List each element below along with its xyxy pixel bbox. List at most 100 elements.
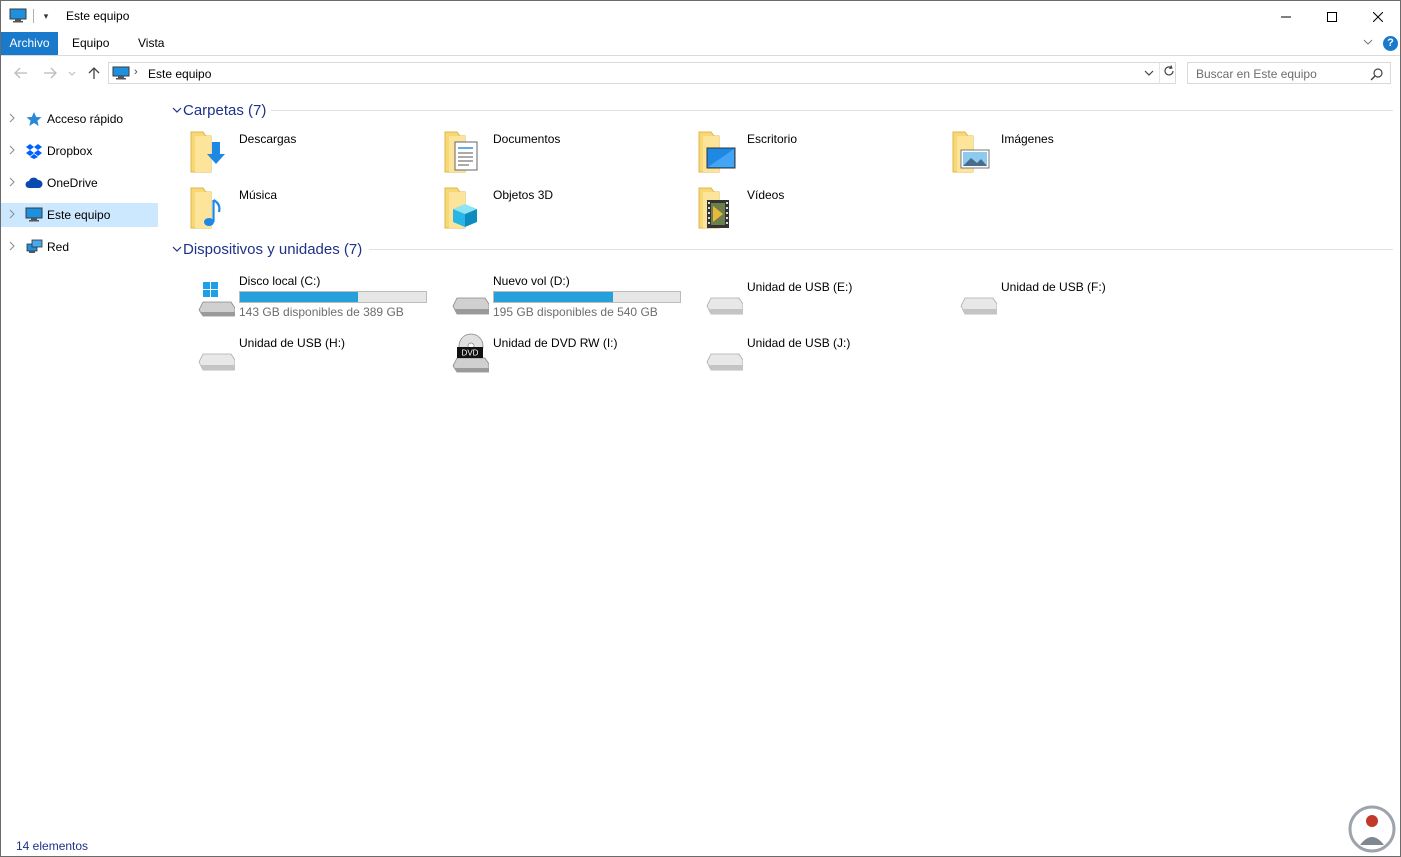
drive-usage-fill	[494, 292, 613, 302]
maximize-button[interactable]	[1309, 1, 1355, 32]
drive-label: Unidad de USB (E:)	[747, 280, 853, 294]
navigation-pane: Acceso rápido Dropbox OneDrive Este equi…	[1, 99, 161, 839]
computer-icon	[25, 207, 43, 222]
windows-drive-icon	[198, 282, 235, 317]
drive-label: Unidad de USB (J:)	[747, 336, 851, 350]
group-divider	[369, 249, 1393, 250]
refresh-icon	[1164, 65, 1174, 76]
title-separator	[33, 9, 34, 23]
sidebar-item-label: Dropbox	[47, 144, 93, 158]
drive-label: Unidad de DVD RW (I:)	[493, 336, 618, 350]
chevron-down-icon[interactable]	[171, 243, 183, 255]
sidebar-item-onedrive[interactable]: OneDrive	[1, 171, 158, 195]
content-pane: Carpetas (7) Descargas Documentos Escrit…	[161, 90, 1401, 830]
sidebar-item-este-equipo[interactable]: Este equipo	[1, 203, 158, 227]
minimize-icon	[1281, 16, 1291, 17]
cloud-icon	[25, 177, 43, 188]
back-arrow-icon	[14, 67, 27, 79]
computer-icon[interactable]	[9, 8, 27, 23]
search-input[interactable]: Buscar en Este equipo	[1196, 67, 1317, 81]
tab-archivo[interactable]: Archivo	[1, 32, 58, 55]
chevron-right-icon[interactable]	[9, 209, 17, 221]
expand-ribbon-button[interactable]	[1361, 37, 1375, 51]
folder-item[interactable]: Música	[167, 184, 417, 236]
minimize-button[interactable]	[1263, 1, 1309, 32]
folder-item[interactable]: Descargas	[167, 128, 417, 180]
drive-item[interactable]: Disco local (C:) 143 GB disponibles de 3…	[167, 274, 429, 326]
address-dropdown-button[interactable]	[1142, 66, 1156, 80]
music-folder-icon	[190, 187, 221, 229]
watermark-logo	[1348, 805, 1396, 853]
sidebar-item-label: Red	[47, 240, 70, 254]
drive-item[interactable]: Unidad de USB (F:)	[929, 274, 1179, 326]
navigation-bar: › Este equipo Buscar en Este equipo	[1, 56, 1400, 90]
drive-label: Unidad de USB (H:)	[239, 336, 346, 350]
folder-item[interactable]: Objetos 3D	[421, 184, 671, 236]
search-box[interactable]: Buscar en Este equipo	[1187, 62, 1391, 84]
drive-free-space: 143 GB disponibles de 389 GB	[239, 305, 404, 319]
star-icon	[26, 112, 42, 126]
folder-label: Objetos 3D	[493, 188, 554, 202]
chevron-right-icon[interactable]	[9, 113, 17, 125]
help-button[interactable]: ?	[1383, 36, 1398, 51]
folder-label: Descargas	[239, 132, 297, 146]
drive-item[interactable]: Unidad de USB (H:)	[167, 330, 417, 382]
drive-item[interactable]: DVD Unidad de DVD RW (I:)	[421, 330, 671, 382]
explorer-window: ▾ Este equipo Archivo Equipo Vista ? › E…	[0, 0, 1401, 857]
pictures-folder-icon	[952, 131, 990, 173]
tab-equipo[interactable]: Equipo	[62, 32, 119, 55]
3d-objects-folder-icon	[444, 187, 477, 229]
breadcrumb-este-equipo[interactable]: Este equipo	[148, 67, 211, 81]
folder-label: Vídeos	[747, 188, 785, 202]
address-bar[interactable]: › Este equipo	[108, 62, 1176, 84]
drive-item[interactable]: Unidad de USB (E:)	[675, 274, 925, 326]
group-header-dispositivos[interactable]: Dispositivos y unidades (7)	[171, 239, 362, 259]
usb-drive-icon	[198, 353, 235, 371]
folder-label: Documentos	[493, 132, 561, 146]
drive-usage-bar	[493, 291, 681, 303]
usb-drive-icon	[960, 297, 997, 315]
close-button[interactable]	[1355, 1, 1401, 32]
downloads-folder-icon	[190, 131, 225, 173]
group-header-carpetas[interactable]: Carpetas (7)	[171, 100, 266, 120]
group-title: Dispositivos y unidades (7)	[183, 240, 363, 258]
folder-item[interactable]: Escritorio	[675, 128, 925, 180]
folder-label: Imágenes	[1001, 132, 1054, 146]
chevron-right-icon[interactable]	[9, 177, 17, 189]
tab-vista[interactable]: Vista	[128, 32, 174, 55]
dvd-drive-icon: DVD	[452, 333, 489, 373]
folder-item[interactable]: Documentos	[421, 128, 671, 180]
drive-usage-bar	[239, 291, 427, 303]
forward-arrow-icon	[44, 67, 57, 79]
breadcrumb-separator[interactable]: ›	[134, 66, 138, 78]
search-icon[interactable]	[1370, 67, 1384, 81]
quick-access-dropdown[interactable]: ▾	[39, 9, 53, 23]
address-divider	[1159, 63, 1160, 83]
sidebar-item-red[interactable]: Red	[1, 235, 158, 259]
drive-usage-fill	[240, 292, 358, 302]
folder-label: Escritorio	[747, 132, 798, 146]
chevron-down-icon	[1144, 70, 1154, 76]
drive-item[interactable]: Unidad de USB (J:)	[675, 330, 925, 382]
folder-item[interactable]: Vídeos	[675, 184, 925, 236]
folder-item[interactable]: Imágenes	[929, 128, 1179, 180]
sidebar-item-label: Acceso rápido	[47, 112, 124, 126]
drive-item[interactable]: Nuevo vol (D:) 195 GB disponibles de 540…	[421, 274, 683, 326]
chevron-down-icon[interactable]	[171, 104, 183, 116]
chevron-right-icon[interactable]	[9, 241, 17, 253]
back-button[interactable]	[12, 64, 30, 82]
close-icon	[1373, 11, 1383, 22]
window-title: Este equipo	[66, 9, 130, 23]
chevron-right-icon[interactable]	[9, 145, 17, 157]
forward-button[interactable]	[41, 64, 59, 82]
hard-drive-icon	[452, 297, 489, 315]
network-icon	[26, 239, 43, 253]
sidebar-item-acceso-rapido[interactable]: Acceso rápido	[1, 107, 158, 131]
up-button[interactable]	[85, 64, 103, 82]
drive-label: Disco local (C:)	[239, 274, 321, 288]
sidebar-item-dropbox[interactable]: Dropbox	[1, 139, 158, 163]
sidebar-item-label: OneDrive	[47, 176, 98, 190]
refresh-button[interactable]	[1162, 65, 1176, 81]
recent-locations-button[interactable]	[65, 64, 79, 82]
group-divider	[271, 110, 1393, 111]
